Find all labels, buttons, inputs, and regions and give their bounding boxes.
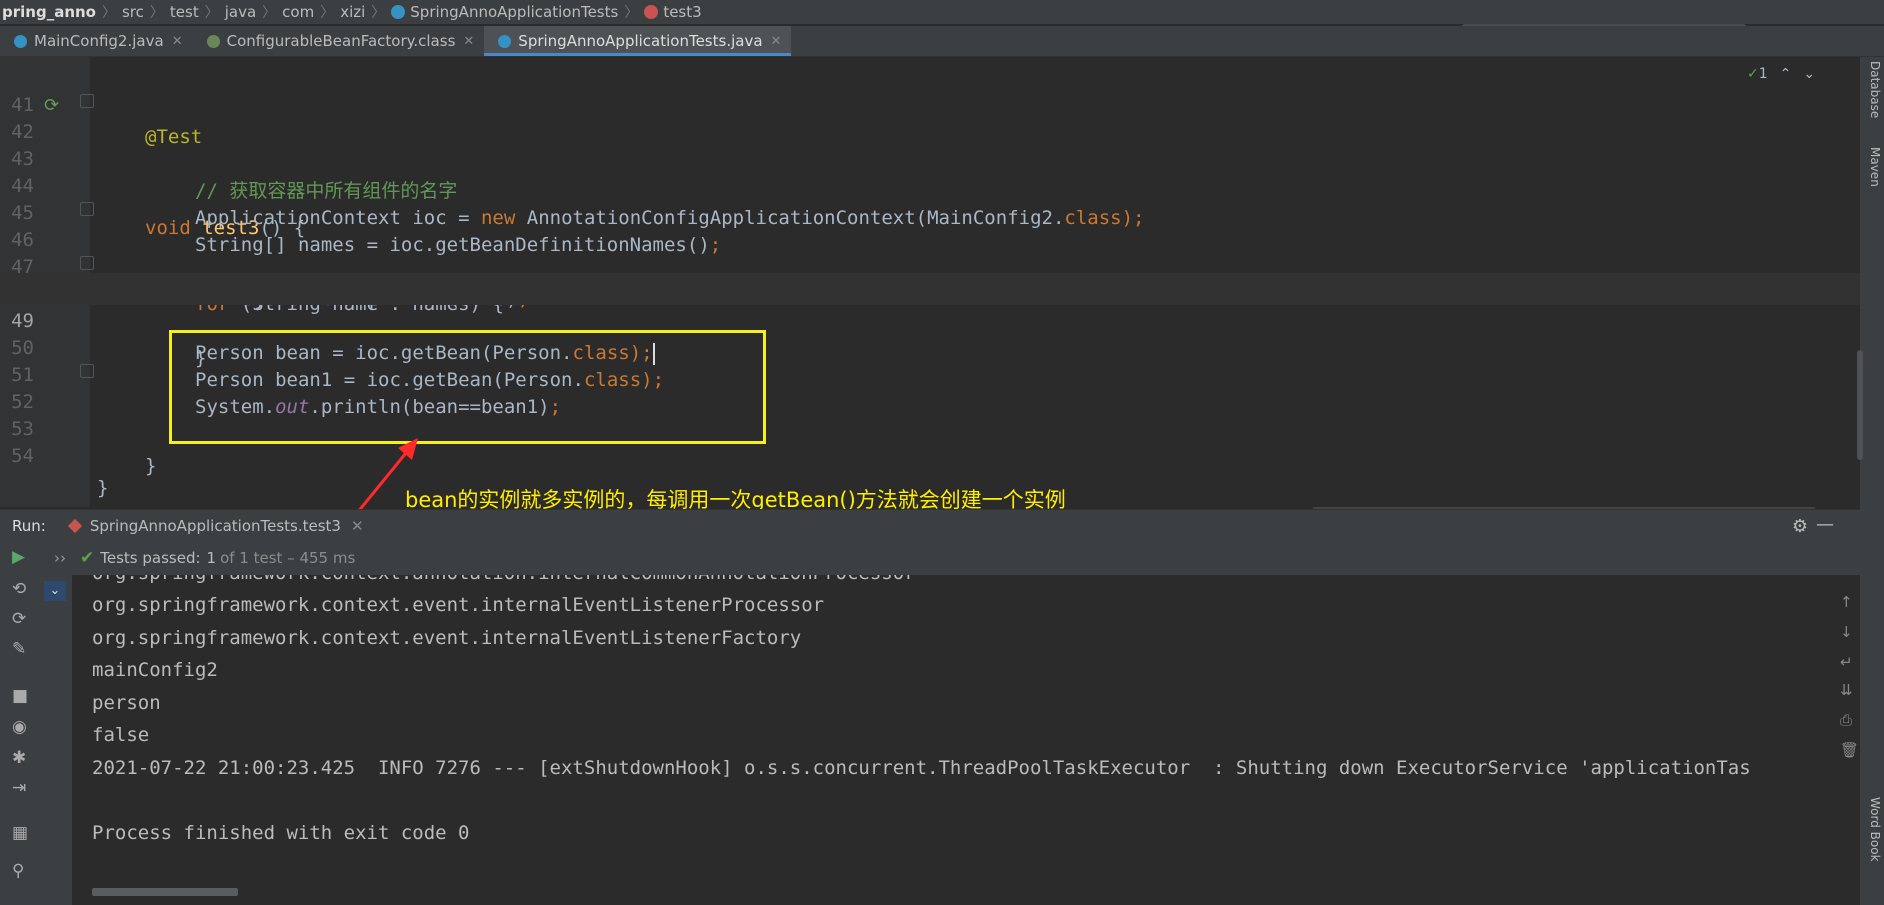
run-toolbar: ▶ ⟲ ⟳ ✎ ■ ◉ ✱ ⇥ ▦ ⚲ [0,541,40,905]
tab-label: MainConfig2.java [34,32,164,50]
test-tree: ⌄ [40,575,72,905]
breadcrumb-test[interactable]: test [164,3,205,21]
inspection-status: ✓1 [1747,66,1768,82]
chevron-down-icon[interactable]: ⌄ [1803,66,1815,82]
fold-icon[interactable] [80,364,94,378]
run-tab-label: SpringAnnoApplicationTests.test3 [89,517,341,535]
tests-detail: of 1 test – 455 ms [220,549,356,567]
editor-tabs: MainConfig2.java ✕ ConfigurableBeanFacto… [0,26,1884,57]
fold-icon[interactable] [80,94,94,108]
tab-configurable-bean-factory[interactable]: ConfigurableBeanFactory.class ✕ [193,26,485,56]
maven-tool[interactable]: Maven [1868,147,1882,187]
compiled-class-icon [206,34,220,48]
breadcrumb-java[interactable]: java [219,3,262,21]
toggle-auto-test-icon[interactable]: ⟳ [12,609,26,629]
console-line: person [92,692,161,714]
check-icon: ✓ [1747,66,1759,82]
gear-icon[interactable]: ⚙ [1792,516,1808,537]
tab-spring-anno-application-tests[interactable]: SpringAnnoApplicationTests.java ✕ [484,26,792,56]
settings-icon[interactable]: ✱ [12,748,26,768]
close-icon[interactable]: ✕ [351,517,364,535]
chevron-up-icon[interactable]: ⌃ [1780,66,1792,82]
close-icon[interactable]: ✕ [771,34,782,49]
close-icon[interactable]: ✕ [172,34,183,49]
camera-icon[interactable]: ◉ [12,717,27,737]
tests-passed-count: 1 [206,549,217,567]
java-class-icon [14,34,27,48]
console-line: org.springframework.context.event.intern… [92,594,825,616]
breadcrumb-class[interactable]: SpringAnnoApplicationTests [385,3,624,21]
run-label: Run: [12,517,46,535]
rerun-failed-icon[interactable]: ⟲ [12,579,26,599]
test-config-icon [67,518,82,534]
scroll-to-end-icon[interactable]: ⇊ [1840,681,1853,699]
wrench-icon[interactable]: ✎ [12,639,26,659]
console-line: org.springframework.context.annotation.i… [92,575,916,589]
tab-label: ConfigurableBeanFactory.class [226,32,456,50]
java-class-icon [498,34,512,48]
console-horizontal-scrollbar[interactable] [92,888,238,896]
print-icon[interactable]: ⎙ [1840,711,1852,729]
right-tool-stripe: Database Maven Word Book [1860,57,1884,905]
console-line: false [92,724,150,746]
console-output[interactable]: org.springframework.context.annotation.i… [72,575,1844,905]
breadcrumb-class-label: SpringAnnoApplicationTests [410,3,619,21]
expand-icon[interactable]: ›› [54,549,66,567]
minimize-icon[interactable]: — [1816,514,1834,535]
inspection-widget[interactable]: ✓1 ⌃ ⌄ [1747,66,1815,82]
console-line: mainConfig2 [92,659,218,681]
tab-label: SpringAnnoApplicationTests.java [518,32,763,50]
fold-icon[interactable] [80,256,94,270]
word-book-tool[interactable]: Word Book [1868,797,1882,862]
console-line: org.springframework.context.event.intern… [92,627,802,649]
breadcrumb-method-label: test3 [663,3,702,21]
breadcrumb-xizi[interactable]: xizi [334,3,371,21]
close-icon[interactable]: ✕ [463,34,474,49]
console-line: Process finished with exit code 0 [92,822,470,844]
breadcrumb-com[interactable]: com [276,3,320,21]
editor-scrollbar[interactable] [1857,350,1863,460]
trash-icon[interactable]: 🗑 [1840,741,1859,759]
run-tab[interactable]: SpringAnnoApplicationTests.test3 ✕ [67,517,364,535]
inspection-count: 1 [1758,66,1768,82]
breadcrumb-project[interactable]: pring_anno [0,3,102,21]
breadcrumb-method[interactable]: test3 [638,3,707,21]
arrow-down-icon[interactable]: ↓ [1840,623,1853,641]
check-icon: ✔ [80,548,95,568]
tab-mainconfig2[interactable]: MainConfig2.java ✕ [0,26,193,56]
layout-icon[interactable]: ▦ [12,823,28,843]
class-icon [391,5,406,19]
stop-icon[interactable]: ■ [12,686,28,706]
fold-icon[interactable] [80,202,94,216]
tests-passed-label: Tests passed: [100,549,201,567]
test-status-bar: ›› ✔ Tests passed: 1 of 1 test – 455 ms [40,541,1860,575]
highlight-box-code [169,330,766,444]
console-line: 2021-07-22 21:00:23.425 INFO 7276 --- [e… [92,757,1751,779]
database-tool[interactable]: Database [1868,61,1882,118]
method-icon [644,5,659,19]
exit-icon[interactable]: ⇥ [12,778,26,798]
console-toolbar: ↑ ↓ ↵ ⇊ ⎙ 🗑 [1836,575,1860,905]
chevron-down-icon[interactable]: ⌄ [44,581,66,601]
arrow-up-icon[interactable]: ↑ [1840,593,1853,611]
soft-wrap-icon[interactable]: ↵ [1840,653,1853,671]
pin-icon[interactable]: ⚲ [12,861,24,881]
run-panel-header: Run: SpringAnnoApplicationTests.test3 ✕ … [0,509,1860,542]
breadcrumb-src[interactable]: src [116,3,150,21]
breadcrumb: pring_anno 〉 src 〉 test 〉 java 〉 com 〉 xizi 〉 … [0,0,1884,24]
rerun-icon[interactable]: ▶ [12,547,25,567]
